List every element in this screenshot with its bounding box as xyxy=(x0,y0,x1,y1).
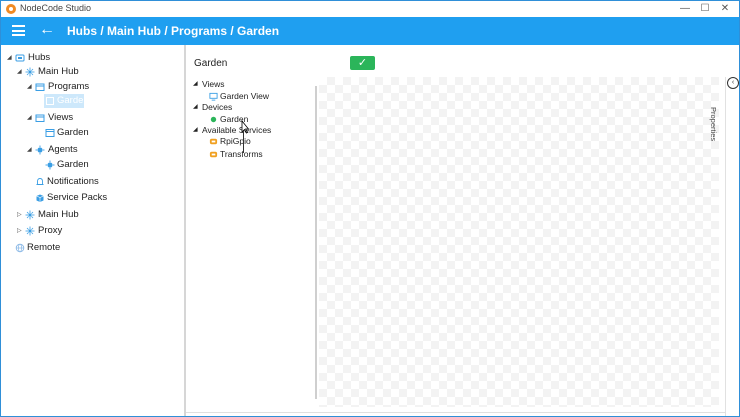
service-icon xyxy=(209,138,218,145)
app-logo-icon xyxy=(6,4,16,14)
tree-item-label: Agents xyxy=(48,144,78,155)
agents-icon xyxy=(35,145,45,155)
programs-icon xyxy=(35,83,45,91)
monitor-icon xyxy=(209,92,218,101)
tree-item-label: Views xyxy=(48,112,74,123)
properties-panel-collapsed[interactable]: ‹ Properties xyxy=(709,77,739,416)
hubs-icon xyxy=(15,54,25,62)
hub-icon xyxy=(25,210,35,220)
chevron-left-icon[interactable]: ‹ xyxy=(727,77,739,89)
properties-label: Properties xyxy=(709,107,718,142)
expand-caret-icon[interactable]: ◢ xyxy=(7,51,12,65)
back-arrow-icon[interactable]: ← xyxy=(39,20,55,40)
tree-item-label: Service Packs xyxy=(47,192,108,203)
tree-item-label: Main Hub xyxy=(38,66,79,77)
tree-item-label: Hubs xyxy=(28,52,51,63)
globe-icon xyxy=(15,243,25,253)
expand-caret-icon[interactable]: ◢ xyxy=(193,125,198,136)
program-canvas[interactable] xyxy=(319,77,719,407)
tree-item-label: Proxy xyxy=(38,225,63,236)
package-icon xyxy=(36,194,44,202)
tree-item-label: Notifications xyxy=(47,176,99,187)
panel-splitter[interactable] xyxy=(315,86,317,399)
palette-group-label: Views xyxy=(202,79,225,89)
view-icon xyxy=(45,129,55,137)
tree-item-label: Main Hub xyxy=(38,209,79,220)
expand-caret-icon[interactable]: ◢ xyxy=(193,102,198,113)
expand-caret-icon[interactable]: ◢ xyxy=(17,65,22,79)
hub-tree-panel: ◢ Hubs ◢ Main Hub ◢ Programs Garden ◢ Vi… xyxy=(1,45,186,416)
expand-caret-icon[interactable]: ◢ xyxy=(27,111,32,125)
title-bar: NodeCode Studio — ☐ ✕ xyxy=(1,1,739,17)
palette-group-label: Available Services xyxy=(202,125,272,135)
tree-item-label: Programs xyxy=(48,81,90,92)
palette-group-label: Devices xyxy=(202,102,233,112)
views-icon xyxy=(35,114,45,122)
save-confirm-button[interactable]: ✓ xyxy=(350,56,375,70)
proxy-icon xyxy=(25,226,35,236)
bell-icon xyxy=(36,178,44,185)
app-header: ← Hubs / Main Hub / Programs / Garden xyxy=(1,17,739,45)
hub-icon xyxy=(25,67,35,77)
tree-item-label: Remote xyxy=(27,242,61,253)
app-title: NodeCode Studio xyxy=(20,3,92,13)
hamburger-icon[interactable] xyxy=(12,25,25,36)
program-name: Garden xyxy=(194,58,228,69)
expand-caret-icon[interactable]: ◢ xyxy=(27,143,32,157)
collapsed-caret-icon[interactable]: ▷ xyxy=(17,208,22,222)
program-file-icon xyxy=(46,97,54,105)
collapsed-caret-icon[interactable]: ▷ xyxy=(17,224,22,238)
device-status-icon xyxy=(210,116,217,123)
palette-item-label: Garden View xyxy=(220,91,269,101)
expand-caret-icon[interactable]: ◢ xyxy=(27,80,32,94)
close-button[interactable]: ✕ xyxy=(713,2,737,16)
tree-item-label: Garden xyxy=(57,159,89,170)
service-icon xyxy=(209,151,218,158)
mouse-cursor-icon xyxy=(241,120,249,153)
app-window: NodeCode Studio — ☐ ✕ ← Hubs / Main Hub … xyxy=(0,0,740,417)
tree-item-programs-garden[interactable]: Garden xyxy=(44,94,89,108)
breadcrumb: Hubs / Main Hub / Programs / Garden xyxy=(67,24,280,38)
bottom-divider xyxy=(186,412,726,413)
tree-item-label: Garden xyxy=(57,95,89,106)
expand-caret-icon[interactable]: ◢ xyxy=(193,79,198,90)
tree-item-label: Garden xyxy=(57,127,89,138)
agent-icon xyxy=(45,160,55,170)
